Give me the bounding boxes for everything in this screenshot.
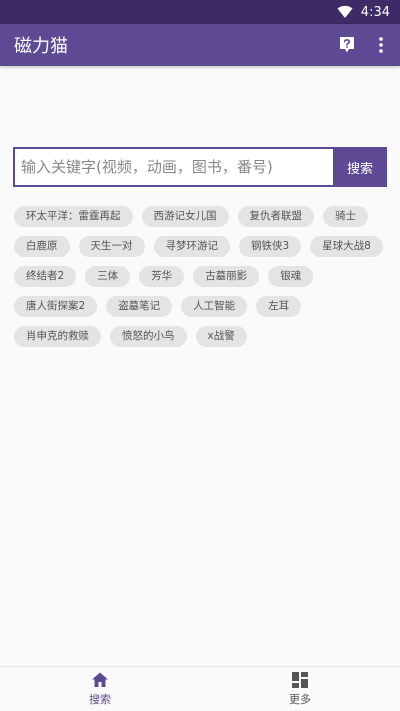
search-bar: 搜索 xyxy=(13,147,387,187)
tag-item[interactable]: 钢铁侠3 xyxy=(239,236,302,257)
tag-item[interactable]: 人工智能 xyxy=(181,296,248,317)
app-bar: 磁力猫 xyxy=(0,24,400,66)
hot-search-tags: 环太平洋：雷霆再起 西游记女儿国 复仇者联盟 骑士 白鹿原 天生一对 寻梦环游记… xyxy=(14,206,386,347)
tag-item[interactable]: 三体 xyxy=(85,266,131,287)
tag-item[interactable]: 天生一对 xyxy=(78,236,145,257)
grid-icon xyxy=(292,672,308,688)
status-time: 4:34 xyxy=(360,4,390,20)
wifi-icon xyxy=(337,5,353,18)
help-button[interactable] xyxy=(332,30,362,60)
more-options-button[interactable] xyxy=(366,30,396,60)
search-input[interactable] xyxy=(13,147,333,187)
search-button[interactable]: 搜索 xyxy=(333,147,387,187)
tag-item[interactable]: 芳华 xyxy=(139,266,185,287)
tag-item[interactable]: 白鹿原 xyxy=(14,236,70,257)
status-bar: 4:34 xyxy=(0,0,400,24)
tag-item[interactable]: 星球大战8 xyxy=(310,236,383,257)
tag-item[interactable]: x战警 xyxy=(195,326,247,347)
tag-item[interactable]: 复仇者联盟 xyxy=(237,206,314,227)
tag-item[interactable]: 愤怒的小鸟 xyxy=(110,326,187,347)
help-icon xyxy=(340,37,354,53)
home-icon xyxy=(92,672,108,687)
tag-item[interactable]: 肖申克的救赎 xyxy=(14,326,101,347)
tag-item[interactable]: 盗墓笔记 xyxy=(106,296,173,317)
nav-item-label: 搜索 xyxy=(89,693,111,706)
tag-item[interactable]: 银魂 xyxy=(268,266,314,287)
tag-item[interactable]: 终结者2 xyxy=(14,266,77,287)
tag-item[interactable]: 左耳 xyxy=(256,296,302,317)
app-title: 磁力猫 xyxy=(14,36,68,57)
nav-item-search[interactable]: 搜索 xyxy=(0,667,200,711)
tag-item[interactable]: 西游记女儿国 xyxy=(141,206,229,227)
tag-item[interactable]: 寻梦环游记 xyxy=(153,236,230,257)
tag-item[interactable]: 古墓丽影 xyxy=(193,266,260,287)
tag-item[interactable]: 唐人街探案2 xyxy=(14,296,98,317)
nav-item-label: 更多 xyxy=(289,693,311,706)
more-vert-icon xyxy=(379,37,383,53)
tag-item[interactable]: 骑士 xyxy=(323,206,368,227)
bottom-navigation: 搜索 更多 xyxy=(0,666,400,711)
tag-item[interactable]: 环太平洋：雷霆再起 xyxy=(14,206,133,227)
nav-item-more[interactable]: 更多 xyxy=(200,667,400,711)
